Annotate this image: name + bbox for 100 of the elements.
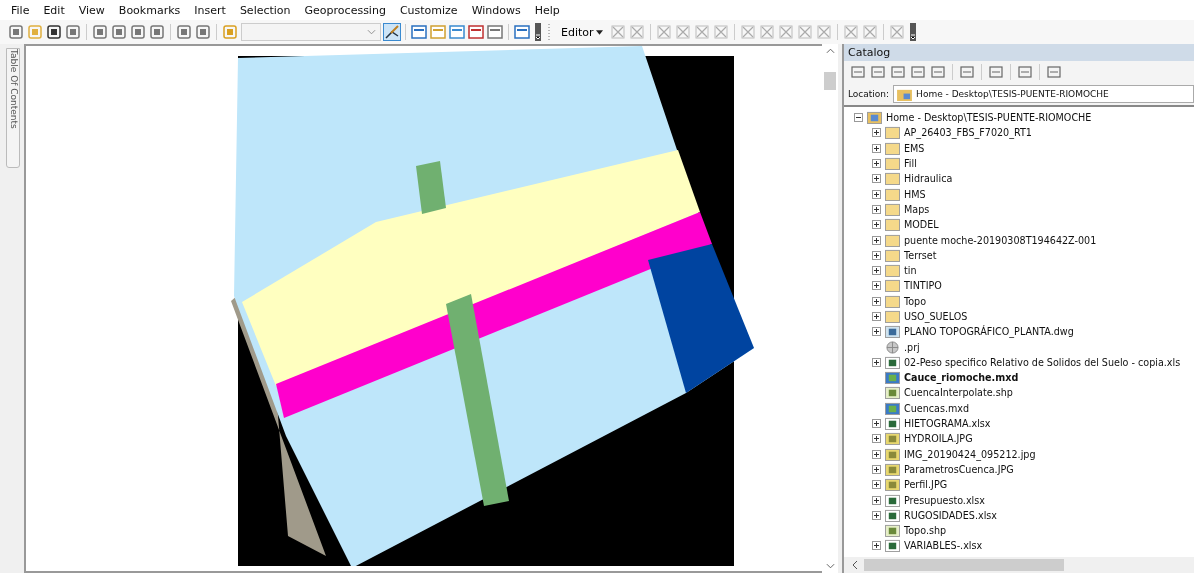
tree-item[interactable]: Perfil.JPG	[904, 478, 948, 492]
expand-toggle[interactable]	[872, 434, 881, 444]
tree-item[interactable]: Presupuesto.xlsx	[904, 493, 985, 507]
expand-toggle[interactable]	[872, 250, 881, 260]
home-folder-icon	[867, 111, 882, 125]
catalog-title: Catalog	[844, 44, 1194, 61]
folder-icon	[885, 202, 900, 216]
expand-toggle[interactable]	[872, 541, 881, 551]
tree-item[interactable]: Topo.shp	[904, 524, 947, 538]
folder-icon	[885, 233, 900, 247]
globe-icon	[885, 340, 900, 354]
tree-item[interactable]: Topo	[904, 294, 927, 308]
expand-toggle[interactable]	[872, 235, 881, 245]
folder-icon	[885, 279, 900, 293]
edit-vertices-icon[interactable]	[384, 24, 400, 40]
collapse-toggle[interactable]	[854, 113, 863, 123]
scroll-left-icon[interactable]	[852, 560, 858, 570]
toolbar-options-icon[interactable]	[909, 23, 916, 41]
expand-toggle[interactable]	[872, 281, 881, 291]
table-of-contents-tab[interactable]: Table Of Contents	[6, 48, 20, 168]
scrollbar-thumb[interactable]	[864, 559, 1064, 571]
tree-item[interactable]: 02-Peso specifico Relativo de Solidos del Suelo - copia.xls	[904, 355, 1181, 369]
tree-item[interactable]: VARIABLES-.xlsx	[904, 539, 983, 553]
expand-toggle[interactable]	[872, 357, 881, 367]
tree-item[interactable]: HIETOGRAMA.xlsx	[904, 417, 991, 431]
expand-toggle[interactable]	[872, 189, 881, 199]
tree-item[interactable]: tin	[904, 264, 917, 278]
folder-icon	[885, 294, 900, 308]
expand-toggle[interactable]	[872, 266, 881, 276]
expand-toggle[interactable]	[872, 159, 881, 169]
menu-item[interactable]: Geoprocessing	[297, 3, 393, 17]
menu-item[interactable]: Insert	[187, 3, 233, 17]
location-field[interactable]: Home - Desktop\TESIS-PUENTE-RIOMOCHE	[893, 85, 1194, 103]
expand-toggle[interactable]	[872, 510, 881, 520]
tree-item[interactable]: Fill	[904, 157, 917, 171]
raster-icon	[885, 447, 900, 461]
menu-item[interactable]: Customize	[392, 3, 465, 17]
tree-item[interactable]: Terrset	[904, 248, 937, 262]
folder-icon	[885, 126, 900, 140]
folder-icon	[885, 141, 900, 155]
folder-icon	[885, 172, 900, 186]
editor-menu-button[interactable]: Editor	[557, 25, 607, 39]
menu-item[interactable]: Windows	[464, 3, 528, 17]
map-document-icon	[885, 371, 900, 385]
tree-item[interactable]: Cauce_riomoche.mxd	[904, 371, 1019, 385]
expand-toggle[interactable]	[872, 296, 881, 306]
menu-item[interactable]: Edit	[36, 3, 72, 17]
folder-icon	[885, 248, 900, 262]
menu-item[interactable]: File	[4, 3, 37, 17]
expand-toggle[interactable]	[872, 327, 881, 337]
tree-item[interactable]: Maps	[904, 202, 930, 216]
menu-item[interactable]: View	[71, 3, 112, 17]
tree-item[interactable]: RUGOSIDADES.xlsx	[904, 508, 997, 522]
expand-toggle[interactable]	[872, 419, 881, 429]
expand-toggle[interactable]	[872, 220, 881, 230]
raster-icon	[885, 478, 900, 492]
tree-item[interactable]: Hidraulica	[904, 172, 953, 186]
tree-item[interactable]: PLANO TOPOGRÁFICO_PLANTA.dwg	[904, 325, 1074, 339]
tree-item[interactable]: USO_SUELOS	[904, 310, 968, 323]
tree-item[interactable]: TINTIPO	[904, 279, 942, 293]
shapefile-icon	[885, 524, 900, 538]
folder-icon	[885, 310, 900, 323]
raster-icon	[885, 462, 900, 476]
scroll-down-icon[interactable]	[825, 563, 835, 569]
expand-toggle[interactable]	[872, 480, 881, 490]
tree-item[interactable]: puente moche-20190308T194642Z-001	[904, 233, 1097, 247]
raster-icon	[885, 432, 900, 446]
expand-toggle[interactable]	[872, 204, 881, 214]
scroll-up-icon[interactable]	[825, 48, 835, 54]
tree-item[interactable]: AP_26403_FBS_F7020_RT1	[904, 126, 1032, 140]
expand-toggle[interactable]	[872, 143, 881, 153]
caret-icon	[595, 30, 603, 35]
tree-item[interactable]: Home - Desktop\TESIS-PUENTE-RIOMOCHE	[886, 111, 1092, 125]
expand-toggle[interactable]	[872, 174, 881, 184]
folder-icon	[885, 157, 900, 171]
tree-item[interactable]: IMG_20190424_095212.jpg	[904, 447, 1036, 461]
expand-toggle[interactable]	[872, 312, 881, 321]
menu-item[interactable]: Help	[527, 3, 567, 17]
location-label: Location:	[848, 89, 890, 99]
tree-item[interactable]: MODEL	[904, 218, 939, 232]
tree-item[interactable]: Cuencas.mxd	[904, 401, 970, 415]
tree-item[interactable]: HYDROILA.JPG	[904, 432, 973, 446]
cad-drawing-icon	[885, 325, 900, 339]
tree-item[interactable]: .prj	[904, 340, 920, 354]
menu-item[interactable]: Selection	[232, 3, 298, 17]
folder-icon	[885, 187, 900, 201]
home-folder-icon	[897, 87, 913, 101]
chevron-down-icon	[367, 29, 376, 35]
tree-item[interactable]: EMS	[904, 141, 925, 155]
expand-toggle[interactable]	[872, 128, 881, 138]
tree-item[interactable]: CuencaInterpolate.shp	[904, 386, 1013, 400]
expand-toggle[interactable]	[872, 464, 881, 474]
menu-item[interactable]: Bookmarks	[111, 3, 188, 17]
toolbar-options-icon[interactable]	[535, 23, 541, 41]
expand-toggle[interactable]	[872, 495, 881, 505]
tree-item[interactable]: HMS	[904, 187, 926, 201]
folder-icon	[885, 218, 900, 232]
expand-toggle[interactable]	[872, 449, 881, 459]
tree-item[interactable]: ParametrosCuenca.JPG	[904, 462, 1014, 476]
scrollbar-thumb[interactable]	[824, 72, 836, 90]
